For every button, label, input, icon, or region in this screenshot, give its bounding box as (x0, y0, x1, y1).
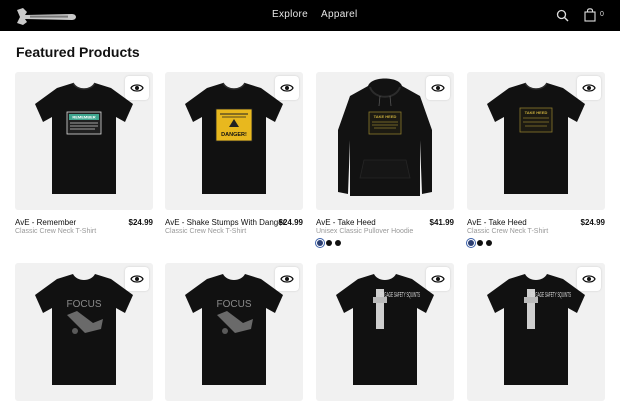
eye-icon (130, 84, 144, 92)
product-price: $41.99 (429, 218, 454, 227)
product-image[interactable]: TAKE HEED (316, 72, 454, 210)
section-heading: Featured Products (16, 44, 140, 60)
nav-apparel-link[interactable]: Apparel (321, 9, 358, 20)
product-title[interactable]: AvE - Take Heed (467, 218, 527, 227)
color-swatches (317, 240, 344, 248)
eye-icon (431, 275, 445, 283)
eye-icon (582, 84, 596, 92)
product-image[interactable]: FOCUS (15, 263, 153, 401)
product-image[interactable]: FOCUS (165, 263, 303, 401)
swatch-black[interactable] (326, 240, 332, 246)
swatch-black[interactable] (477, 240, 483, 246)
swatch-black[interactable] (335, 240, 341, 246)
product-title[interactable]: AvE - Shake Stumps With Danger (165, 218, 285, 227)
product-price: $24.99 (278, 218, 303, 227)
logo-wrench-icon[interactable] (14, 6, 78, 26)
product-type: Classic Crew Neck T-Shirt (467, 228, 549, 235)
quick-view-button[interactable] (275, 267, 299, 291)
product-image[interactable]: TAKE HEED (467, 72, 605, 210)
product-image[interactable]: REMEMBER (15, 72, 153, 210)
product-type: Classic Crew Neck T-Shirt (165, 228, 247, 235)
swatch-navy[interactable] (468, 240, 474, 246)
product-type: Unisex Classic Pullover Hoodie (316, 228, 414, 235)
product-price: $24.99 (128, 218, 153, 227)
color-swatches (468, 240, 495, 248)
shirt-design-text: DANGER! (221, 132, 247, 138)
shirt-design-text: FOCUS (217, 299, 252, 310)
shirt-design-text: TAKE HEED (525, 110, 548, 115)
product-price: $24.99 (580, 218, 605, 227)
quick-view-button[interactable] (125, 76, 149, 100)
shirt-design-text: ENGAGE SAFETY SQUINTS (531, 292, 571, 299)
shirt-design-text: REMEMBER (72, 115, 95, 120)
product-title[interactable]: AvE - Remember (15, 218, 76, 227)
swatch-black[interactable] (486, 240, 492, 246)
quick-view-button[interactable] (577, 267, 601, 291)
nav-explore-link[interactable]: Explore (272, 9, 308, 20)
shopping-bag-icon[interactable] (584, 8, 596, 22)
search-icon[interactable] (556, 9, 569, 22)
eye-icon (280, 275, 294, 283)
shirt-design-text: FOCUS (67, 299, 102, 310)
quick-view-button[interactable] (577, 76, 601, 100)
quick-view-button[interactable] (275, 76, 299, 100)
quick-view-button[interactable] (125, 267, 149, 291)
eye-icon (130, 275, 144, 283)
shirt-design-text: TAKE HEED (374, 114, 397, 119)
product-image[interactable]: ENGAGE SAFETY SQUINTS (467, 263, 605, 401)
top-nav-bar: Explore Apparel 0 (0, 0, 620, 31)
quick-view-button[interactable] (426, 267, 450, 291)
cart-count-badge: 0 (600, 11, 604, 18)
product-image[interactable]: DANGER! (165, 72, 303, 210)
product-type: Classic Crew Neck T-Shirt (15, 228, 97, 235)
eye-icon (280, 84, 294, 92)
quick-view-button[interactable] (426, 76, 450, 100)
shirt-design-text: ENGAGE SAFETY SQUINTS (380, 292, 420, 299)
eye-icon (431, 84, 445, 92)
product-image[interactable]: ENGAGE SAFETY SQUINTS (316, 263, 454, 401)
eye-icon (582, 275, 596, 283)
product-title[interactable]: AvE - Take Heed (316, 218, 376, 227)
swatch-navy[interactable] (317, 240, 323, 246)
